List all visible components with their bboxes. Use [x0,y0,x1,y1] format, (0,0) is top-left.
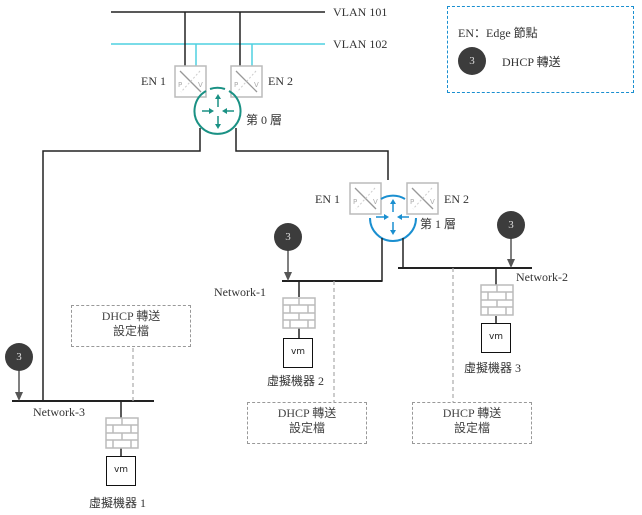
vm-1-name: 虛擬機器 1 [89,496,147,510]
dhcp-config-line1: DHCP 轉送 [101,309,161,323]
svg-text:V: V [198,81,203,89]
tier1-en2-icon: P V [406,182,439,215]
firewall-icon-network-3 [105,417,139,449]
legend-dhcp-badge: 3 [458,47,486,75]
tier1-en1-label: EN 1 [315,192,340,206]
dhcp-relay-badge-network-1: 3 [274,223,302,251]
network-3-label: Network-3 [33,405,85,419]
firewall-icon-network-2 [480,284,514,316]
dhcp-config-line2: 設定檔 [453,421,490,435]
network-1-label: Network-1 [214,285,266,299]
dhcp-config-line2: 設定檔 [288,421,325,435]
tier1-label: 第 1 層 [420,217,457,231]
vlan-101-label: VLAN 101 [333,5,388,19]
svg-text:P: P [410,198,414,206]
network-2-label: Network-2 [516,270,568,284]
legend-edge-label: EN：Edge 節點 [458,26,538,40]
dhcp-config-box-network-1: DHCP 轉送 設定檔 [247,402,367,444]
tier1-en2-label: EN 2 [444,192,469,206]
vm-icon-3: vm [481,323,511,353]
vm-icon-1: vm [106,456,136,486]
tier0-label: 第 0 層 [246,113,283,127]
legend-box: EN：Edge 節點 3 DHCP 轉送 [447,6,634,93]
dhcp-config-box-network-3: DHCP 轉送 設定檔 [71,305,191,347]
vm-3-name: 虛擬機器 3 [464,361,522,375]
dhcp-relay-badge-network-3: 3 [5,343,33,371]
vm-icon-2: vm [283,338,313,368]
legend-dhcp-label: DHCP 轉送 [502,55,561,69]
vlan-102-label: VLAN 102 [333,37,388,51]
tier0-en2-label: EN 2 [268,74,293,88]
svg-text:P: P [178,81,182,89]
svg-text:P: P [234,81,238,89]
vm-2-name: 虛擬機器 2 [267,374,325,388]
dhcp-config-line2: 設定檔 [112,324,149,338]
tier0-en2-icon: P V [230,65,263,98]
tier0-en1-label: EN 1 [141,74,166,88]
dhcp-config-line1: DHCP 轉送 [442,406,502,420]
tier0-router-icon [193,86,242,135]
dhcp-relay-badge-network-2: 3 [497,211,525,239]
dhcp-config-box-network-2: DHCP 轉送 設定檔 [412,402,532,444]
tier0-en1-icon: P V [174,65,207,98]
svg-text:P: P [353,198,357,206]
network-diagram: P V P V P V P V VLAN 101 VLAN 102 EN 1 E… [0,0,642,515]
svg-text:V: V [430,198,435,206]
tier1-en1-icon: P V [349,182,382,215]
svg-text:V: V [373,198,378,206]
dhcp-config-line1: DHCP 轉送 [277,406,337,420]
firewall-icon-network-1 [282,297,316,329]
svg-text:V: V [254,81,259,89]
